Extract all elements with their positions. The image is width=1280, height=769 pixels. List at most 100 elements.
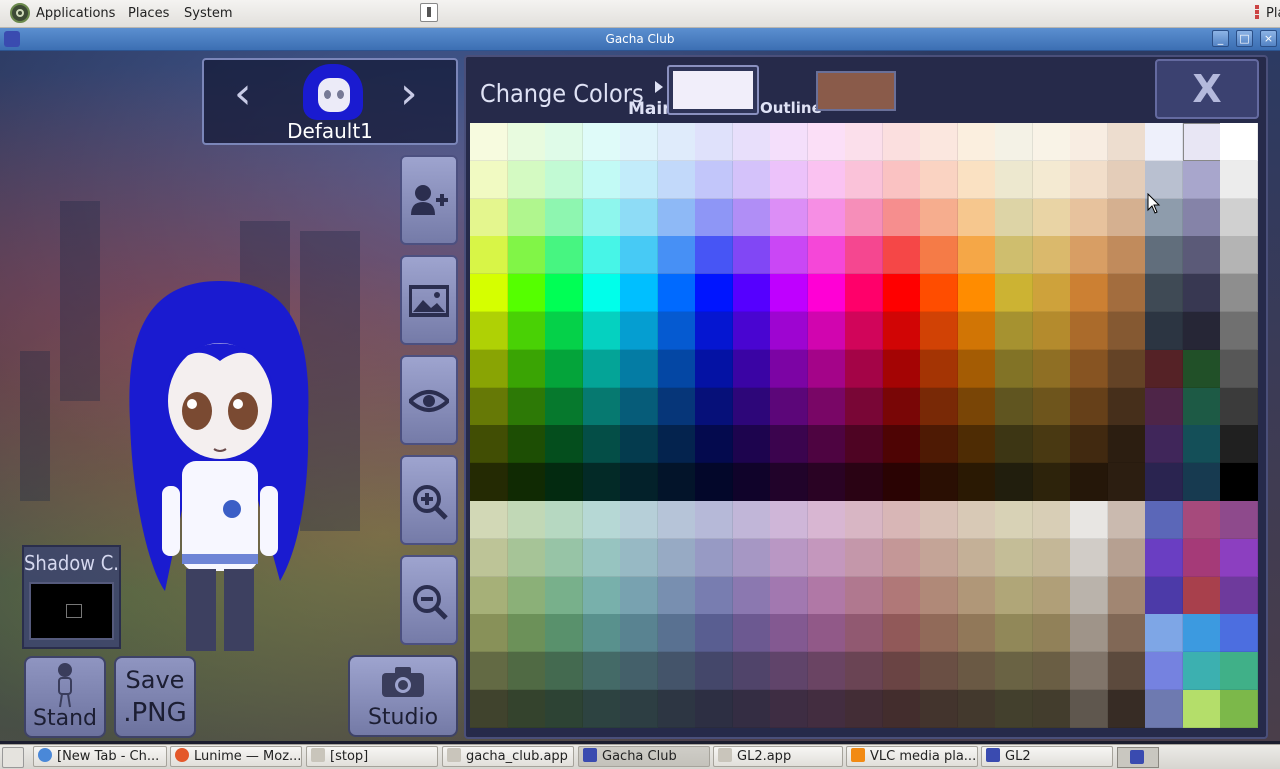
task-gacha-club-app[interactable]: gacha_club.app <box>442 746 574 767</box>
palette-color-cell[interactable] <box>770 652 808 691</box>
palette-color-cell[interactable] <box>582 198 621 237</box>
palette-color-cell[interactable] <box>695 690 733 728</box>
palette-color-cell[interactable] <box>545 160 583 199</box>
palette-color-cell[interactable] <box>507 312 546 350</box>
palette-color-cell[interactable] <box>995 614 1033 653</box>
palette-color-cell[interactable] <box>545 236 583 275</box>
palette-color-cell[interactable] <box>1107 463 1146 502</box>
palette-color-cell[interactable] <box>920 690 958 728</box>
palette-color-cell[interactable] <box>1145 501 1183 539</box>
palette-color-cell[interactable] <box>882 274 921 313</box>
palette-color-cell[interactable] <box>470 349 508 388</box>
palette-color-cell[interactable] <box>507 274 546 313</box>
palette-color-cell[interactable] <box>620 387 658 426</box>
palette-color-cell[interactable] <box>507 349 546 388</box>
palette-color-cell[interactable] <box>1032 198 1071 237</box>
palette-color-cell[interactable] <box>695 123 733 161</box>
palette-color-cell[interactable] <box>845 274 883 313</box>
palette-color-cell[interactable] <box>845 387 883 426</box>
palette-color-cell[interactable] <box>1070 198 1108 237</box>
palette-color-cell[interactable] <box>582 463 621 502</box>
palette-color-cell[interactable] <box>582 614 621 653</box>
palette-color-cell[interactable] <box>620 690 658 728</box>
palette-color-cell[interactable] <box>545 123 583 161</box>
palette-color-cell[interactable] <box>1070 576 1108 615</box>
palette-color-cell[interactable] <box>1220 652 1258 691</box>
palette-color-cell[interactable] <box>657 690 696 728</box>
palette-color-cell-selected[interactable] <box>1182 123 1221 161</box>
palette-color-cell[interactable] <box>882 312 921 350</box>
minimize-button[interactable]: _ <box>1212 30 1229 47</box>
palette-color-cell[interactable] <box>995 538 1033 577</box>
palette-color-cell[interactable] <box>1145 463 1183 502</box>
palette-color-cell[interactable] <box>545 312 583 350</box>
palette-color-cell[interactable] <box>957 123 996 161</box>
palette-color-cell[interactable] <box>1220 123 1258 161</box>
palette-color-cell[interactable] <box>657 463 696 502</box>
palette-color-cell[interactable] <box>845 160 883 199</box>
palette-color-cell[interactable] <box>1182 690 1221 728</box>
palette-color-cell[interactable] <box>582 274 621 313</box>
palette-color-cell[interactable] <box>657 312 696 350</box>
palette-color-cell[interactable] <box>545 387 583 426</box>
system-menu[interactable]: System <box>184 0 232 27</box>
studio-button[interactable]: Studio <box>348 655 458 737</box>
palette-color-cell[interactable] <box>995 198 1033 237</box>
palette-color-cell[interactable] <box>957 274 996 313</box>
palette-color-cell[interactable] <box>882 652 921 691</box>
palette-color-cell[interactable] <box>657 425 696 464</box>
palette-color-cell[interactable] <box>657 349 696 388</box>
palette-color-cell[interactable] <box>882 160 921 199</box>
palette-color-cell[interactable] <box>1032 690 1071 728</box>
palette-color-cell[interactable] <box>882 614 921 653</box>
palette-color-cell[interactable] <box>695 576 733 615</box>
palette-color-cell[interactable] <box>545 425 583 464</box>
task-lunime[interactable]: Lunime — Moz... <box>170 746 302 767</box>
palette-color-cell[interactable] <box>1145 614 1183 653</box>
palette-color-cell[interactable] <box>770 614 808 653</box>
palette-color-cell[interactable] <box>620 576 658 615</box>
palette-color-cell[interactable] <box>657 123 696 161</box>
palette-color-cell[interactable] <box>957 236 996 275</box>
palette-color-cell[interactable] <box>545 274 583 313</box>
palette-color-cell[interactable] <box>1220 501 1258 539</box>
shadow-color-control[interactable]: Shadow C. <box>22 545 121 649</box>
palette-color-cell[interactable] <box>995 312 1033 350</box>
palette-color-cell[interactable] <box>882 690 921 728</box>
save-png-button[interactable]: Save .PNG <box>114 656 196 738</box>
palette-color-cell[interactable] <box>807 463 846 502</box>
palette-color-cell[interactable] <box>920 576 958 615</box>
palette-color-cell[interactable] <box>620 501 658 539</box>
palette-color-cell[interactable] <box>807 576 846 615</box>
palette-color-cell[interactable] <box>620 538 658 577</box>
character-figure[interactable] <box>120 271 320 651</box>
palette-color-cell[interactable] <box>1220 690 1258 728</box>
palette-color-cell[interactable] <box>957 312 996 350</box>
show-desktop-icon[interactable] <box>2 747 24 768</box>
palette-color-cell[interactable] <box>470 652 508 691</box>
palette-color-cell[interactable] <box>1182 274 1221 313</box>
palette-color-cell[interactable] <box>957 349 996 388</box>
palette-color-cell[interactable] <box>732 349 771 388</box>
palette-color-cell[interactable] <box>657 576 696 615</box>
palette-color-cell[interactable] <box>995 236 1033 275</box>
task-gl2[interactable]: GL2 <box>981 746 1113 767</box>
palette-color-cell[interactable] <box>1032 236 1071 275</box>
outline-color-swatch[interactable] <box>816 71 896 111</box>
palette-color-cell[interactable] <box>545 538 583 577</box>
palette-color-cell[interactable] <box>1032 614 1071 653</box>
palette-color-cell[interactable] <box>1182 576 1221 615</box>
palette-color-cell[interactable] <box>732 690 771 728</box>
palette-color-cell[interactable] <box>470 425 508 464</box>
palette-color-cell[interactable] <box>1220 425 1258 464</box>
palette-color-cell[interactable] <box>882 501 921 539</box>
palette-color-cell[interactable] <box>620 463 658 502</box>
palette-color-cell[interactable] <box>732 198 771 237</box>
palette-color-cell[interactable] <box>582 690 621 728</box>
palette-color-cell[interactable] <box>695 349 733 388</box>
palette-color-cell[interactable] <box>807 652 846 691</box>
palette-color-cell[interactable] <box>957 690 996 728</box>
palette-color-cell[interactable] <box>807 312 846 350</box>
palette-color-cell[interactable] <box>920 652 958 691</box>
palette-color-cell[interactable] <box>470 274 508 313</box>
